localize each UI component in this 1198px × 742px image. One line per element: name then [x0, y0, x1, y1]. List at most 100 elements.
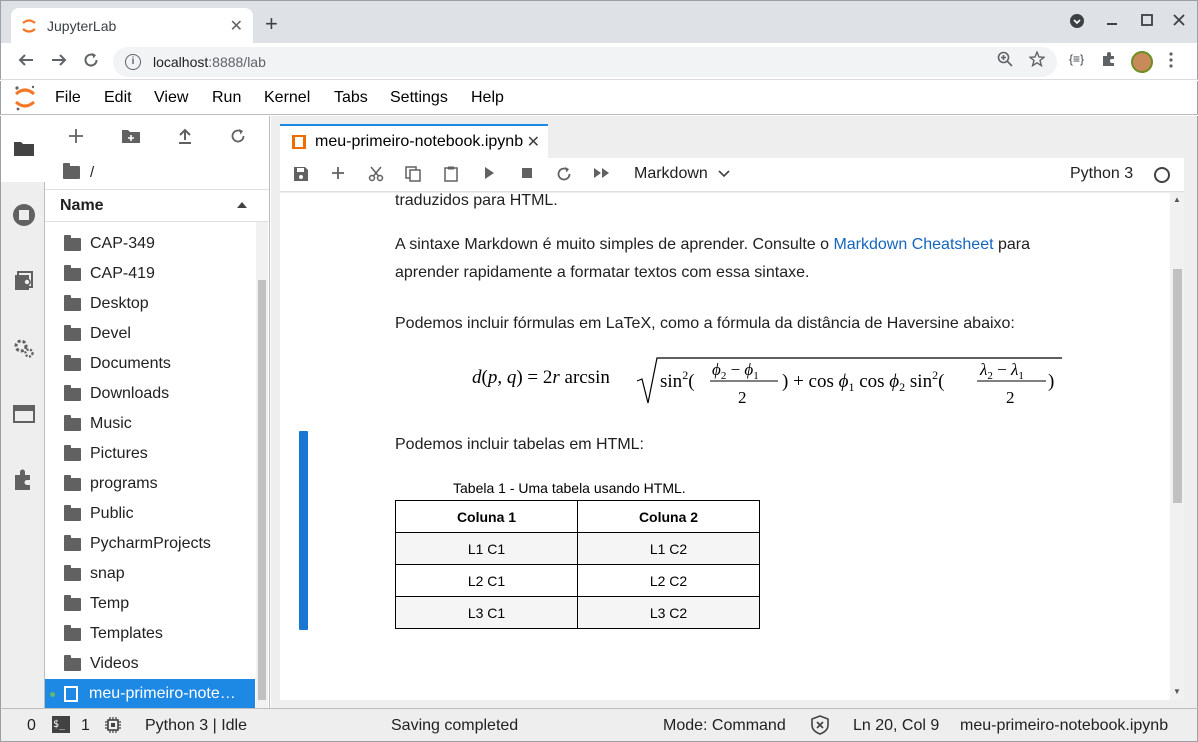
scrollbar-thumb[interactable]: [258, 280, 266, 700]
sort-ascending-icon: [237, 202, 247, 208]
menu-view[interactable]: View: [154, 89, 188, 107]
scroll-down-arrow-icon[interactable]: ▼: [1173, 687, 1181, 696]
folder-icon: [64, 384, 81, 401]
active-cell-indicator: [299, 431, 308, 630]
site-info-icon[interactable]: i: [125, 54, 141, 70]
browser-tab[interactable]: JupyterLab ✕: [11, 8, 253, 44]
folder-icon: [64, 264, 81, 281]
menu-run[interactable]: Run: [212, 89, 241, 107]
haversine-formula: d(p, q) = 2r arcsin sin2( ϕ2 − ϕ1 2 ) + …: [472, 357, 1062, 407]
file-list-scrollbar[interactable]: [256, 222, 268, 708]
scrollbar-thumb[interactable]: [1173, 269, 1182, 503]
status-bar: 0 $_ 1 Python 3 | Idle Saving completed …: [0, 708, 1198, 742]
minimize-icon[interactable]: [1106, 13, 1118, 29]
bookmark-star-icon[interactable]: [1028, 50, 1046, 71]
restart-kernel-icon[interactable]: [556, 166, 572, 187]
address-bar[interactable]: i localhost :8888/lab: [113, 47, 1057, 77]
kernel-status[interactable]: Python 3 | Idle: [145, 717, 247, 735]
menu-kernel[interactable]: Kernel: [264, 89, 310, 107]
copy-icon[interactable]: [405, 166, 421, 187]
list-item[interactable]: Downloads: [45, 379, 255, 409]
kernel-name[interactable]: Python 3: [1070, 165, 1133, 183]
file-browser-panel: / Name CAP-349 CAP-419 Desktop Devel Doc…: [45, 116, 270, 709]
table-cell: L1 C1: [395, 532, 578, 565]
svg-text:λ2 − λ1: λ2 − λ1: [979, 360, 1024, 382]
running-sessions-icon[interactable]: [12, 203, 36, 227]
run-cell-icon[interactable]: [483, 166, 495, 185]
item-name: Devel: [90, 325, 131, 342]
markdown-paragraph: A sintaxe Markdown é muito simples de ap…: [395, 231, 1030, 287]
upload-icon[interactable]: [177, 128, 193, 149]
cell-type-dropdown[interactable]: Markdown: [634, 165, 730, 183]
cursor-position[interactable]: Ln 20, Col 9: [853, 717, 939, 735]
property-inspector-gear-icon[interactable]: [12, 336, 36, 360]
column-header-name[interactable]: Name: [45, 189, 269, 222]
json-viewer-extension-icon[interactable]: {≡}: [1069, 52, 1084, 66]
list-item[interactable]: programs: [45, 469, 255, 499]
back-icon[interactable]: [17, 51, 35, 74]
kernel-count[interactable]: 1: [81, 717, 90, 735]
save-icon[interactable]: [293, 166, 309, 187]
close-tab-icon[interactable]: ✕: [230, 16, 243, 36]
interrupt-kernel-icon[interactable]: [521, 166, 533, 184]
notebook-tab[interactable]: meu-primeiro-notebook.ipynb ✕: [280, 124, 548, 158]
scroll-up-arrow-icon[interactable]: ▲: [1173, 195, 1181, 204]
restart-run-all-icon[interactable]: [593, 166, 611, 185]
list-item[interactable]: Desktop: [45, 289, 255, 319]
list-item[interactable]: Templates: [45, 619, 255, 649]
paste-icon[interactable]: [443, 166, 459, 187]
folder-icon: [64, 564, 81, 581]
list-item-selected-notebook[interactable]: meu-primeiro-note…: [45, 679, 255, 709]
new-launcher-icon[interactable]: [68, 128, 84, 149]
command-palette-icon[interactable]: [12, 269, 36, 293]
list-item[interactable]: Devel: [45, 319, 255, 349]
profile-avatar[interactable]: [1131, 51, 1153, 73]
menu-help[interactable]: Help: [471, 89, 504, 107]
maximize-icon[interactable]: [1141, 13, 1153, 29]
terminal-icon[interactable]: $_: [52, 716, 70, 733]
tab-search-icon[interactable]: [1069, 13, 1085, 32]
list-item[interactable]: Pictures: [45, 439, 255, 469]
breadcrumb-root[interactable]: /: [90, 164, 94, 181]
menu-file[interactable]: File: [55, 89, 81, 107]
close-icon[interactable]: ✕: [527, 132, 540, 152]
menu-edit[interactable]: Edit: [104, 89, 132, 107]
kernel-chip-icon[interactable]: [104, 716, 122, 739]
menu-settings[interactable]: Settings: [390, 89, 448, 107]
home-folder-icon[interactable]: [63, 163, 80, 179]
new-tab-button[interactable]: +: [265, 13, 278, 35]
list-item[interactable]: Temp: [45, 589, 255, 619]
list-item[interactable]: PycharmProjects: [45, 529, 255, 559]
browser-tabstrip: JupyterLab ✕ +: [0, 0, 1198, 44]
new-folder-icon[interactable]: [121, 128, 141, 149]
cut-icon[interactable]: [368, 166, 384, 187]
markdown-cheatsheet-link[interactable]: Markdown Cheatsheet: [833, 236, 993, 253]
extension-manager-puzzle-icon[interactable]: [12, 468, 36, 492]
folder-icon: [64, 594, 81, 611]
trusted-shield-icon[interactable]: [811, 715, 829, 740]
list-item[interactable]: Videos: [45, 649, 255, 679]
reload-icon[interactable]: [82, 51, 100, 74]
list-item[interactable]: Music: [45, 409, 255, 439]
menu-tabs[interactable]: Tabs: [334, 89, 368, 107]
list-item[interactable]: CAP-419: [45, 259, 255, 289]
extensions-puzzle-icon[interactable]: [1101, 51, 1117, 70]
notebook-scrollbar[interactable]: ▲ ▼: [1170, 193, 1184, 700]
browser-menu-icon[interactable]: [1169, 52, 1173, 71]
item-name: programs: [90, 475, 158, 492]
breadcrumb[interactable]: /: [63, 163, 94, 181]
folder-icon: [64, 324, 81, 341]
forward-icon[interactable]: [50, 51, 68, 74]
list-item[interactable]: CAP-349: [45, 229, 255, 259]
list-item[interactable]: Public: [45, 499, 255, 529]
list-item[interactable]: snap: [45, 559, 255, 589]
insert-cell-icon[interactable]: [331, 166, 345, 185]
notebook-toolbar: Markdown Python 3: [280, 158, 1184, 192]
list-item[interactable]: Documents: [45, 349, 255, 379]
terminal-count[interactable]: 0: [27, 717, 36, 735]
refresh-icon[interactable]: [230, 128, 246, 149]
folder-icon[interactable]: [12, 136, 36, 160]
close-window-icon[interactable]: [1173, 13, 1185, 29]
zoom-icon[interactable]: [997, 51, 1013, 71]
open-tabs-icon[interactable]: [12, 402, 36, 426]
